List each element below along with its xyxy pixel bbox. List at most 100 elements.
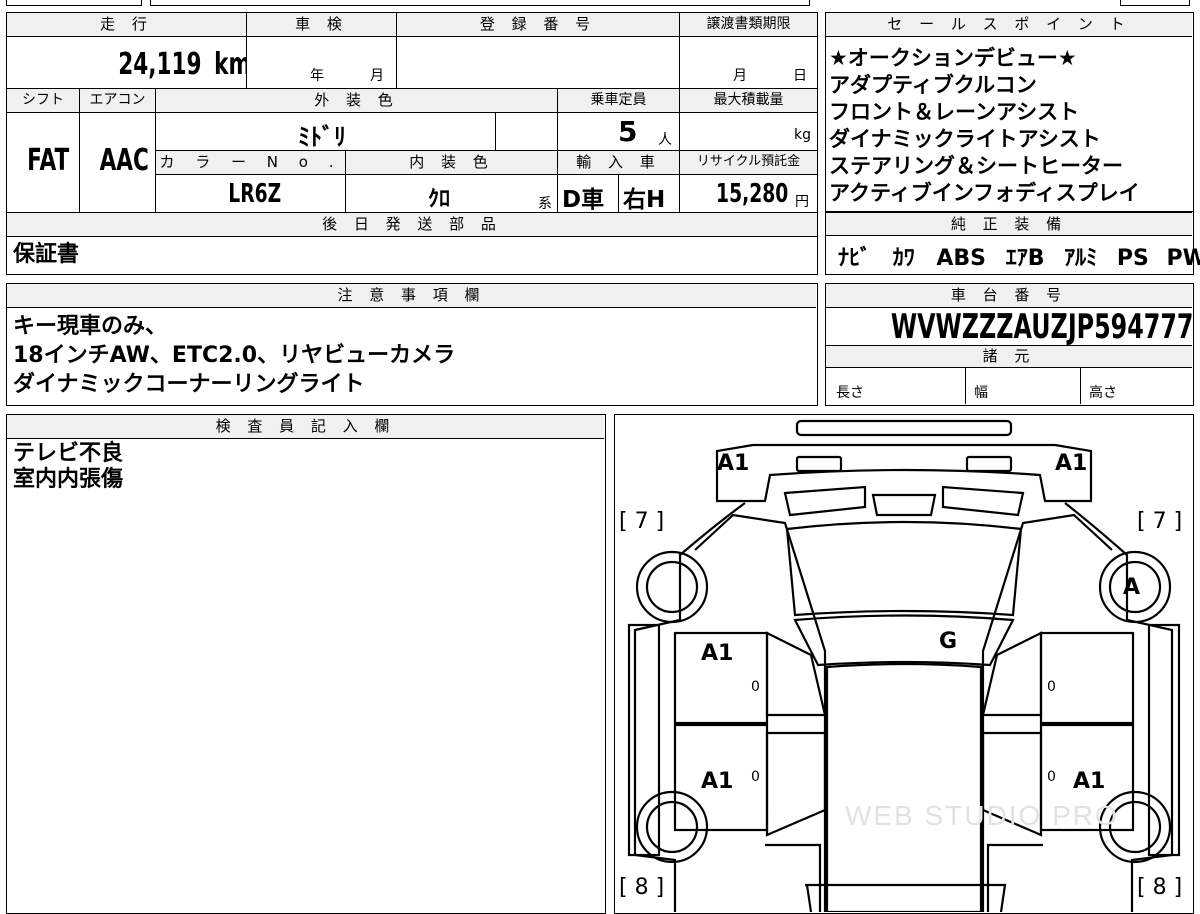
sales-points-header: セ ー ル ス ポ イ ン ト: [826, 13, 1192, 37]
sales-points-box: セ ー ル ス ポ イ ン ト ★オークションデビュー★ アダプティブクルコン …: [825, 12, 1194, 212]
capacity-value: 5: [618, 115, 638, 148]
inspection-header: 車 検: [247, 13, 397, 37]
inspector-line: 室内内張傷: [13, 467, 124, 492]
exterior-color-cell: ﾐﾄﾞﾘ: [156, 113, 496, 151]
grille-center: [871, 493, 937, 517]
notes-box: 注 意 事 項 欄 キー現車のみ、 18インチAW、ETC2.0、リヤビューカメ…: [6, 283, 818, 406]
equipment-header: 純 正 装 備: [826, 212, 1192, 236]
recycle-fee-value: 15,280: [716, 179, 789, 209]
front-window-left: [765, 631, 827, 717]
inspector-list: テレビ不良 室内内張傷: [13, 441, 123, 493]
mark-roof: G: [939, 629, 958, 654]
mark-zero: 0: [751, 679, 760, 695]
mark-front-left: A1: [717, 451, 750, 476]
front-lamp-right: [965, 455, 1013, 473]
interior-color-header: 内 装 色: [346, 151, 558, 175]
aircon-value: AAC: [99, 143, 149, 178]
inspector-header: 検 査 員 記 入 欄: [7, 415, 604, 439]
sales-point-item: ダイナミックライトアシスト: [829, 127, 1101, 151]
mark-front-door-left: A1: [701, 641, 734, 666]
load-unit: kg: [794, 127, 811, 143]
interior-suffix: 系: [538, 196, 552, 212]
rear-quarter-right: [986, 843, 1043, 912]
sales-points-list: ★オークションデビュー★ アダプティブクルコン フロント＆レーンアシスト ダイナ…: [829, 45, 1191, 207]
shift-value: FAT: [27, 143, 70, 178]
note-line: ダイナミックコーナーリングライト: [13, 372, 365, 397]
grille-right: [941, 485, 1025, 517]
capacity-unit: 人: [658, 132, 672, 148]
recycle-fee-header: リサイクル預託金: [680, 151, 817, 175]
note-line: キー現車のみ、: [13, 314, 168, 339]
equipment-item: ｱﾙﾐ: [1064, 246, 1098, 271]
deadline-month: 月: [733, 68, 747, 84]
exterior-color-header: 外 装 色: [156, 89, 558, 113]
mark-rear-fender-right: [ 8 ]: [1137, 875, 1183, 900]
vehicle-info-table: 走 行 車 検 登 録 番 号 譲渡書類期限 24,119 km 年 月 月 日…: [6, 12, 818, 275]
spec-length: 長さ: [826, 368, 966, 404]
max-load-cell: kg: [680, 113, 817, 151]
sales-point-item: アクティブインフォディスプレイ: [829, 181, 1140, 205]
front-door-right: [1039, 631, 1135, 725]
deadline-day: 日: [793, 68, 807, 84]
body-outline: [633, 502, 1174, 912]
mileage-header: 走 行: [7, 13, 247, 37]
mileage-value: 24,119: [118, 47, 202, 82]
hood: [785, 520, 1023, 617]
roof: [825, 662, 983, 912]
import-header: 輸 入 車: [558, 151, 680, 175]
mark-front-right: A1: [1055, 451, 1088, 476]
rear-window-left: [765, 731, 827, 837]
spec-height: 高さ: [1089, 385, 1117, 401]
recycle-fee-cell: 15,280 円: [680, 175, 817, 213]
note-line: 18インチAW、ETC2.0、リヤビューカメラ: [13, 343, 456, 368]
chassis-box: 車 台 番 号 WVWZZZAUZJP594777 諸 元 長さ 幅 高さ: [825, 283, 1194, 406]
mark-fender-left: [ 7 ]: [619, 509, 665, 534]
front-window-right: [981, 631, 1043, 717]
steering-cell: 右H: [619, 175, 680, 213]
inspection-cell: 年 月: [247, 37, 397, 89]
equipment-item: ｴｱB: [1005, 246, 1045, 271]
equipment-item: ｶﾜ: [892, 246, 915, 271]
top-strip: [0, 0, 1200, 6]
windshield: [793, 614, 1015, 667]
shift-header: シフト: [7, 89, 80, 113]
mark-zero: 0: [751, 769, 760, 785]
shift-cell: FAT: [7, 113, 80, 213]
max-load-header: 最大積載量: [680, 89, 817, 113]
body-inner-left: [694, 513, 827, 912]
import-type-value: D車: [562, 187, 605, 213]
equipment-list: ﾅﾋﾞ ｶﾜ ABS ｴｱB ｱﾙﾐ PS PW: [838, 240, 1200, 272]
inspection-year: 年: [310, 68, 324, 84]
exterior-color-value: ﾐﾄﾞﾘ: [298, 123, 346, 151]
inspector-box: 検 査 員 記 入 欄 テレビ不良 室内内張傷: [6, 414, 606, 914]
mark-rear-door-left: A1: [701, 769, 734, 794]
recycle-unit: 円: [795, 194, 809, 210]
diagram-watermark: WEB STUDIO PRO: [845, 800, 1119, 831]
specs-header: 諸 元: [826, 346, 1192, 368]
car-diagram-box: WEB STUDIO PRO A1 A1 [ 7 ] [ 7 ] A G A1 …: [614, 414, 1194, 914]
mark-zero: 0: [1047, 679, 1056, 695]
mileage-cell: 24,119 km: [7, 37, 247, 89]
front-bumper: [795, 419, 1013, 437]
color-no-value: LR6Z: [228, 179, 282, 209]
wheel-front-left-inner: [645, 560, 699, 614]
sales-point-item: ★オークションデビュー★: [829, 46, 1077, 70]
inspector-line: テレビ不良: [13, 441, 124, 466]
equipment-item: ﾅﾋﾞ: [838, 246, 872, 271]
mark-zero: 0: [1047, 769, 1056, 785]
later-parts-header: 後 日 発 送 部 品: [7, 213, 817, 237]
import-type-cell: D車: [558, 175, 619, 213]
registration-header: 登 録 番 号: [397, 13, 680, 37]
exterior-color-extra: [496, 113, 558, 151]
equipment-box: 純 正 装 備 ﾅﾋﾞ ｶﾜ ABS ｴｱB ｱﾙﾐ PS PW: [825, 212, 1200, 275]
sales-point-item: アダプティブクルコン: [829, 73, 1037, 97]
side-skirt-right: [1147, 623, 1181, 857]
capacity-cell: 5 人: [558, 113, 680, 151]
chassis-header: 車 台 番 号: [826, 284, 1192, 308]
transfer-deadline-header: 譲渡書類期限: [680, 13, 817, 37]
aircon-cell: AAC: [80, 113, 156, 213]
sales-point-item: ステアリング＆シートヒーター: [829, 154, 1123, 178]
mileage-unit: km: [214, 47, 246, 82]
notes-header: 注 意 事 項 欄: [7, 284, 816, 308]
color-no-cell: LR6Z: [156, 175, 346, 213]
